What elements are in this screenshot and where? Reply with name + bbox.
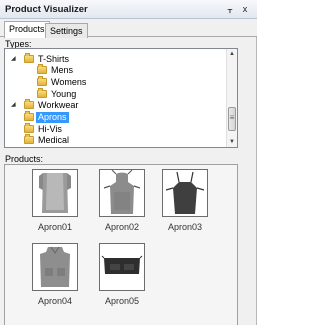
product-thumbnail[interactable] <box>32 169 78 217</box>
product-thumbnail[interactable] <box>32 243 78 291</box>
scroll-down-arrow-icon[interactable]: ▼ <box>227 137 237 147</box>
tree-node-label: Womens <box>51 77 87 87</box>
tab-settings[interactable]: Settings <box>45 23 88 38</box>
product-tile-apron03[interactable]: Apron03 <box>155 169 215 232</box>
product-thumbnail[interactable] <box>162 169 208 217</box>
products-gallery: Apron01 Apron02 Apron03 Apron04 Apron05 <box>4 164 238 325</box>
title-bar: Product Visualizer ᚁ x <box>0 0 257 19</box>
products-label: Products: <box>5 154 44 164</box>
product-name: Apron03 <box>167 222 203 232</box>
folder-icon <box>37 76 47 86</box>
scroll-thumb[interactable] <box>228 107 236 131</box>
pin-icon[interactable]: ᚁ <box>224 3 236 15</box>
product-name: Apron04 <box>37 296 73 306</box>
folder-icon <box>24 99 34 109</box>
tree-node-label: Hi-Vis <box>38 124 62 134</box>
tree-node-label: Medical <box>38 135 70 145</box>
product-name: Apron05 <box>104 296 140 306</box>
types-tree[interactable]: ◢ T-Shirts Mens Womens Young ◢ Workwear … <box>4 48 238 148</box>
panel-title: Product Visualizer <box>5 4 88 15</box>
tree-node-label: Young <box>51 89 77 99</box>
product-thumbnail[interactable] <box>99 169 145 217</box>
scroll-up-arrow-icon[interactable]: ▲ <box>227 49 237 59</box>
folder-icon <box>24 134 34 144</box>
tree-node-label: Workwear <box>38 100 79 110</box>
apron-image-icon <box>40 246 70 287</box>
close-icon[interactable]: x <box>239 3 251 15</box>
tab-strip: Products Settings <box>0 19 257 38</box>
folder-icon <box>37 88 47 98</box>
tree-node-label-selected: Aprons <box>36 112 69 123</box>
expanded-arrow-icon[interactable]: ◢ <box>11 102 17 108</box>
expanded-arrow-icon[interactable]: ◢ <box>11 56 17 62</box>
tree-vertical-scrollbar[interactable]: ▲ ▼ <box>226 49 237 147</box>
apron-image-icon <box>39 173 71 213</box>
product-tile-apron05[interactable]: Apron05 <box>92 243 152 306</box>
product-tile-apron02[interactable]: Apron02 <box>92 169 152 232</box>
product-name: Apron01 <box>37 222 73 232</box>
product-tile-apron01[interactable]: Apron01 <box>25 169 85 232</box>
apron-image-icon <box>101 255 143 274</box>
folder-icon <box>24 111 34 121</box>
tab-products[interactable]: Products <box>4 21 50 38</box>
apron-image-icon <box>165 171 205 214</box>
folder-icon <box>37 64 47 74</box>
apron-image-icon <box>103 170 141 214</box>
product-name: Apron02 <box>104 222 140 232</box>
folder-icon <box>24 53 34 63</box>
product-thumbnail[interactable] <box>99 243 145 291</box>
product-tile-apron04[interactable]: Apron04 <box>25 243 85 306</box>
folder-icon <box>24 123 34 133</box>
product-visualizer-panel: Product Visualizer ᚁ x Products Settings… <box>0 0 257 325</box>
tree-node-label: Mens <box>51 65 74 75</box>
